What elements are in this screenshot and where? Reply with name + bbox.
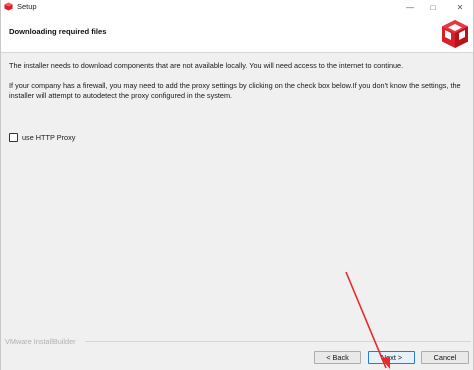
intro-text: The installer needs to download componen… <box>9 61 404 70</box>
footer-divider <box>85 341 471 342</box>
proxy-checkbox[interactable] <box>9 133 18 142</box>
app-icon <box>4 2 13 11</box>
close-icon: ✕ <box>456 3 464 12</box>
cancel-button[interactable]: Cancel <box>421 351 469 364</box>
maximize-icon: □ <box>430 3 436 12</box>
page-title: Downloading required files <box>9 27 107 36</box>
title-bar: Setup — □ ✕ <box>1 0 473 15</box>
page-header: Downloading required files <box>1 15 473 53</box>
proxy-option[interactable]: use HTTP Proxy <box>9 133 75 142</box>
setup-window: Setup — □ ✕ Downloading required files T… <box>0 0 474 370</box>
close-button[interactable]: ✕ <box>449 0 471 15</box>
next-button[interactable]: Next > <box>368 351 415 364</box>
minimize-button[interactable]: — <box>399 0 421 15</box>
installer-cube-icon <box>442 20 468 48</box>
firewall-text: If your company has a firewall, you may … <box>9 81 461 100</box>
minimize-icon: — <box>406 3 414 12</box>
installer-brand: VMware InstallBuilder <box>5 337 76 346</box>
maximize-button[interactable]: □ <box>422 0 444 15</box>
annotation-arrow <box>345 271 390 369</box>
window-title: Setup <box>17 2 37 11</box>
back-button[interactable]: < Back <box>314 351 361 364</box>
proxy-checkbox-label[interactable]: use HTTP Proxy <box>22 133 75 142</box>
